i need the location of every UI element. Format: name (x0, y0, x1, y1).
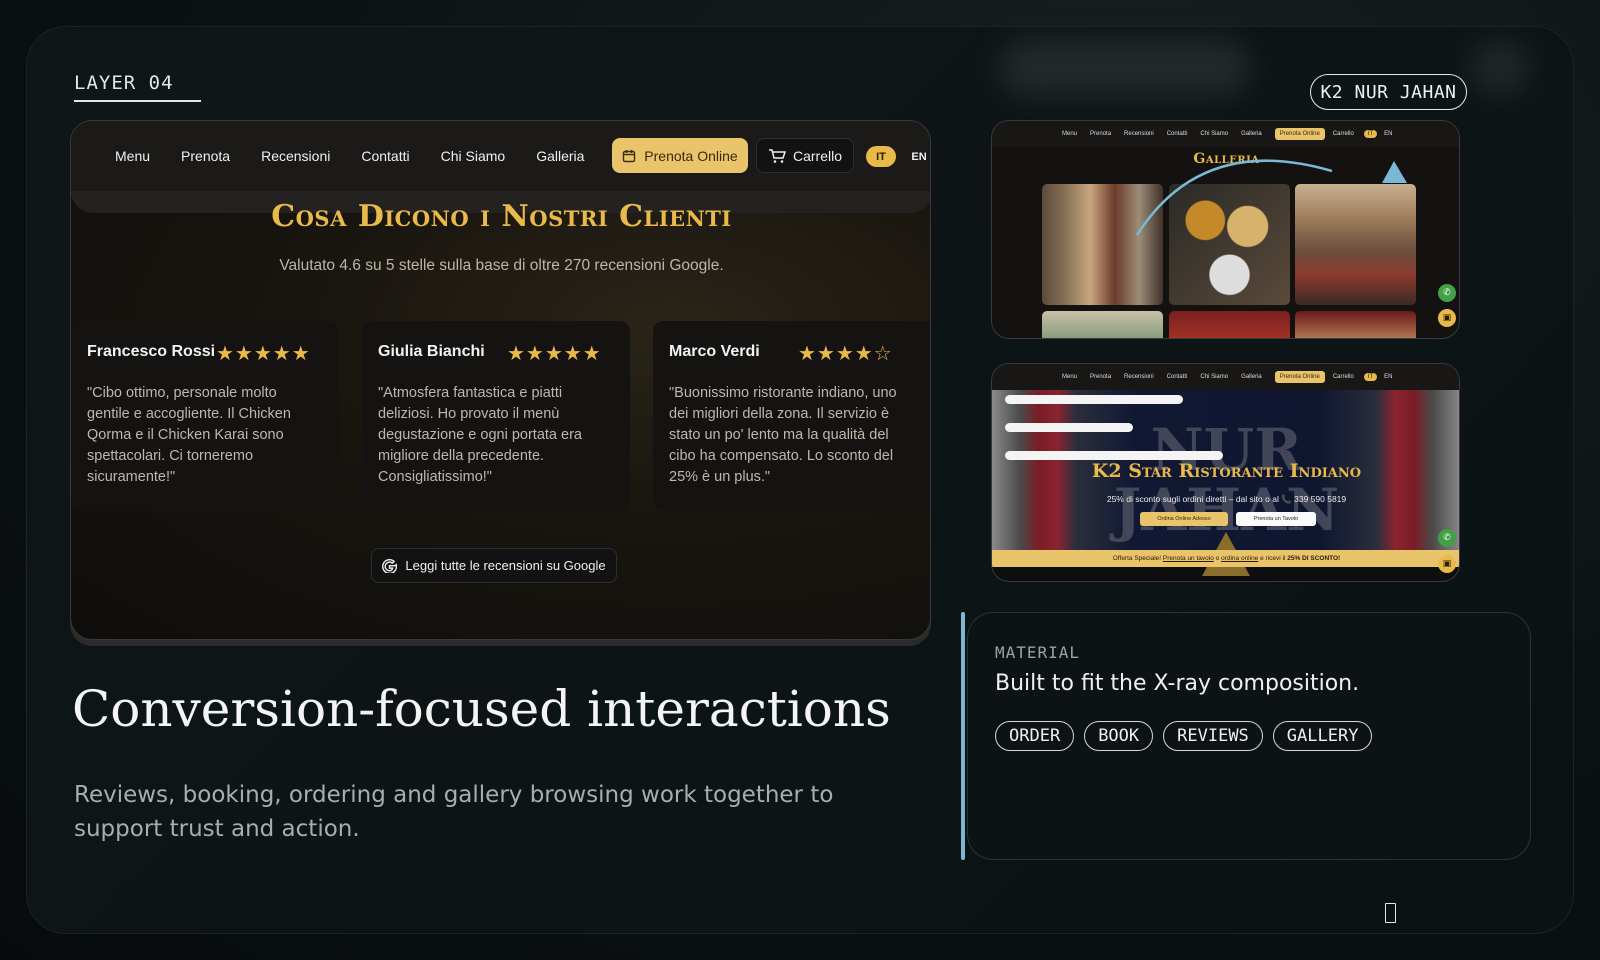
site-nav: Menu Prenota Recensioni Contatti Chi Sia… (71, 121, 930, 191)
reviews-title: Cosa Dicono i Nostri Clienti (271, 199, 732, 234)
cart-button[interactable]: Carrello (756, 138, 854, 173)
offer-link-book: Prenota un tavolo (1162, 555, 1214, 562)
mini-nav: Menu Prenota Recensioni Contatti Chi Sia… (992, 364, 1459, 390)
calendar-fab-icon[interactable]: ▣ (1438, 309, 1456, 327)
material-label: MATERIAL (995, 643, 1081, 662)
star-rating: ★★★★☆ (798, 343, 893, 365)
mini-lang-en: EN (1384, 374, 1393, 380)
hero-background-word: JAHAN (1113, 476, 1340, 544)
mini-cart: Carrello (1332, 374, 1354, 380)
mini-nav-link: Prenota (1090, 131, 1112, 137)
mini-nav-link: Contatti (1166, 374, 1188, 380)
blurred-shape (1470, 40, 1530, 95)
google-reviews-label: Leggi tutte le recensioni su Google (405, 558, 606, 573)
skeleton-line (1005, 395, 1183, 404)
hero-thumbnail[interactable]: Menu Prenota Recensioni Contatti Chi Sia… (991, 363, 1460, 582)
star-rating: ★★★★★ (507, 343, 602, 365)
mini-nav-link: Recensioni (1124, 374, 1154, 380)
accent-bar (961, 612, 965, 860)
skeleton-line (1005, 423, 1133, 432)
reviewer-name: Francesco Rossi (87, 343, 216, 360)
prenota-online-label: Prenota Online (644, 147, 738, 164)
mini-nav-link: Galleria (1241, 374, 1262, 380)
mini-nav-link: Galleria (1241, 131, 1262, 137)
nav-link-menu[interactable]: Menu (115, 148, 150, 164)
reviews-subtitle: Valutato 4.6 su 5 stelle sulla base di o… (279, 257, 724, 274)
phone-fab-icon[interactable]: ✆ (1438, 284, 1456, 302)
mini-lang-it: IT (1363, 373, 1378, 381)
mini-nav-link: Menu (1062, 131, 1078, 137)
missing-glyph-icon (1385, 903, 1396, 923)
gallery-photo (1295, 311, 1416, 338)
calendar-icon (623, 149, 636, 162)
section-subtext: Reviews, booking, ordering and gallery b… (74, 782, 834, 842)
mini-nav-link: Chi Siamo (1200, 131, 1229, 137)
review-card: Giulia Bianchi ★★★★★ "Atmosfera fantasti… (362, 321, 630, 511)
blurred-shape (1000, 40, 1250, 95)
offer-suffix: e ricevi il (1260, 555, 1286, 562)
hero-banner: NUR JAHAN K2 Star Ristorante Indiano 25%… (992, 390, 1459, 576)
material-card: MATERIAL Built to fit the X-ray composit… (967, 612, 1531, 860)
offer-link-order: ordina online (1221, 555, 1259, 562)
review-text: "Atmosfera fantastica e piatti deliziosi… (378, 385, 582, 485)
mini-lang-it: IT (1363, 130, 1378, 138)
tag-book[interactable]: BOOK (1084, 721, 1154, 751)
arrow-arc-icon (1135, 159, 1407, 236)
nav-link-recensioni[interactable]: Recensioni (261, 148, 330, 164)
review-card: Francesco Rossi ★★★★★ "Cibo ottimo, pers… (71, 321, 339, 511)
mini-nav-link: Recensioni (1124, 131, 1154, 137)
star-rating: ★★★★★ (216, 343, 311, 365)
gallery-photo (1169, 311, 1290, 338)
phone-fab-icon[interactable]: ✆ (1438, 529, 1456, 547)
mini-prenota-button: Prenota Online (1274, 128, 1325, 140)
mini-prenota-button: Prenota Online (1274, 371, 1325, 383)
gallery-photo (1042, 311, 1163, 338)
hero-title: K2 Star Ristorante Indiano (1091, 460, 1362, 482)
gallery-thumbnail[interactable]: Menu Prenota Recensioni Contatti Chi Sia… (991, 120, 1460, 339)
layer-label: LAYER 04 (74, 72, 201, 102)
prenota-online-button[interactable]: Prenota Online (612, 138, 748, 173)
mini-lang-en: EN (1384, 131, 1393, 137)
tag-reviews[interactable]: REVIEWS (1163, 721, 1263, 751)
mini-nav-link: Menu (1062, 374, 1078, 380)
order-online-button: Ordina Online Adesso (1140, 512, 1228, 526)
skeleton-line (1005, 451, 1223, 460)
mini-nav-link: Prenota (1090, 374, 1112, 380)
tag-order[interactable]: ORDER (995, 721, 1075, 751)
reviewer-name: Marco Verdi (669, 343, 760, 360)
review-text: "Cibo ottimo, personale molto gentile e … (87, 385, 291, 485)
offer-mid: o (1215, 555, 1220, 562)
cart-label: Carrello (792, 147, 842, 164)
book-table-button: Prenota un Tavolo (1236, 512, 1316, 526)
section-headline: Conversion-focused interactions (72, 680, 891, 738)
tag-list: ORDER BOOK REVIEWS GALLERY (995, 721, 1373, 751)
review-text: "Buonissimo ristorante indiano, uno dei … (669, 385, 897, 485)
google-icon (382, 559, 398, 573)
offer-discount: 25% DI SCONTO! (1287, 555, 1341, 562)
nav-link-prenota[interactable]: Prenota (181, 148, 230, 164)
lang-it-toggle[interactable]: IT (866, 146, 896, 167)
mini-nav-link: Chi Siamo (1200, 374, 1229, 380)
reviews-screenshot-panel: Menu Prenota Recensioni Contatti Chi Sia… (70, 120, 931, 640)
material-heading: Built to fit the X-ray composition. (995, 671, 1360, 696)
mini-cart: Carrello (1332, 131, 1354, 137)
hero-subtitle: 25% di sconto sugli ordini diretti – dal… (1106, 494, 1347, 504)
tag-gallery[interactable]: GALLERY (1272, 721, 1373, 751)
nav-link-galleria[interactable]: Galleria (536, 148, 584, 164)
lang-en-toggle[interactable]: EN (907, 146, 930, 167)
nav-link-contatti[interactable]: Contatti (361, 148, 409, 164)
google-reviews-button[interactable]: Leggi tutte le recensioni su Google (371, 548, 617, 583)
offer-bar: Offerta Speciale! Prenota un tavolo o or… (992, 550, 1459, 567)
mini-nav-link: Contatti (1166, 131, 1188, 137)
nav-link-chi-siamo[interactable]: Chi Siamo (441, 148, 506, 164)
calendar-fab-icon[interactable]: ▣ (1438, 555, 1456, 573)
offer-prefix: Offerta Speciale! (1112, 555, 1162, 562)
reviewer-name: Giulia Bianchi (378, 343, 485, 360)
cart-icon (768, 148, 786, 163)
review-card: Marco Verdi ★★★★☆ "Buonissimo ristorante… (653, 321, 930, 511)
brand-pill[interactable]: K2 NUR JAHAN (1310, 74, 1467, 110)
